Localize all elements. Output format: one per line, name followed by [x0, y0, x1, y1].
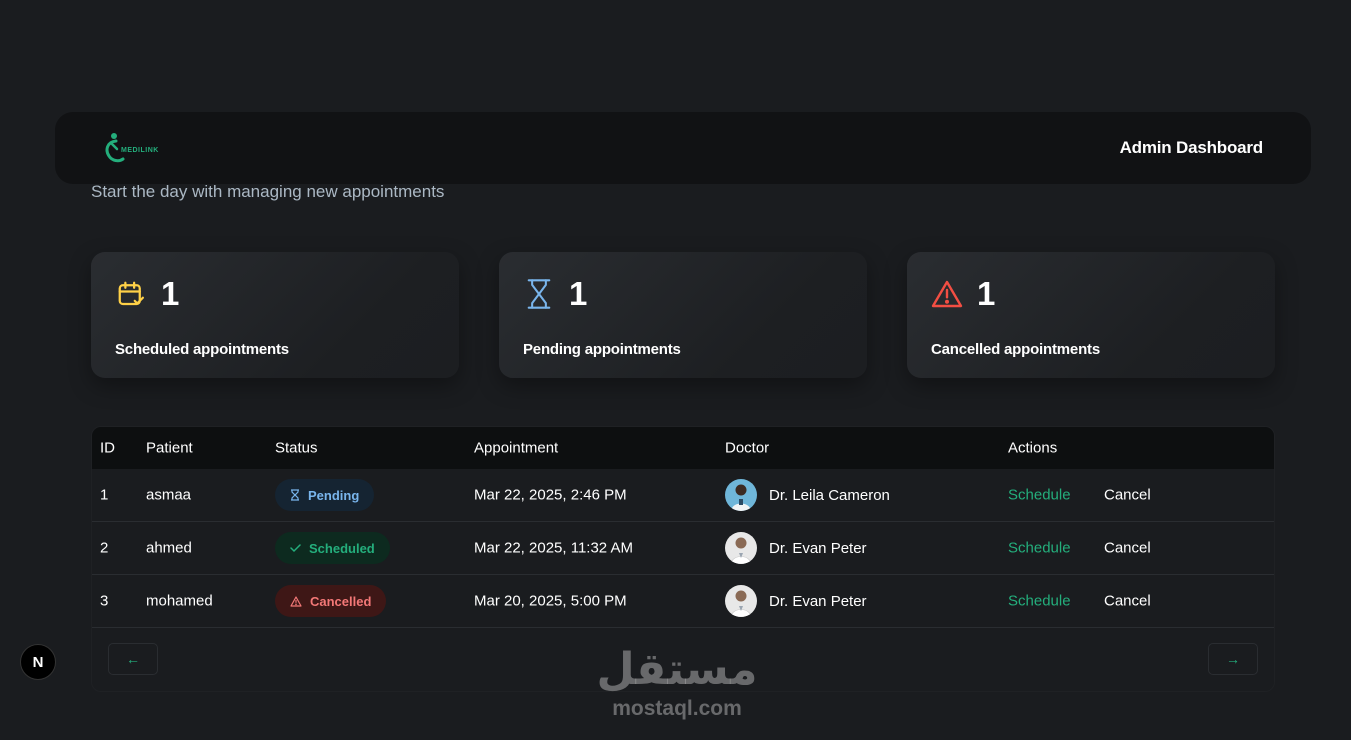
status-badge-label: Pending	[308, 487, 360, 503]
mostaql-watermark: مستقل mostaql.com	[592, 644, 762, 728]
scheduled-count: 1	[161, 275, 180, 312]
row-doctor: Dr. Leila Cameron	[725, 479, 890, 511]
schedule-button[interactable]: Schedule	[1008, 593, 1071, 610]
doctor-avatar	[725, 532, 757, 564]
doctor-name: Dr. Evan Peter	[769, 539, 867, 557]
doctor-name: Dr. Evan Peter	[769, 592, 867, 610]
row-appointment: Mar 20, 2025, 5:00 PM	[474, 592, 627, 610]
table-header: ID Patient Status Appointment Doctor Act…	[92, 427, 1274, 469]
hourglass-icon	[523, 278, 555, 310]
nextjs-logo-icon: N	[32, 653, 44, 671]
schedule-button[interactable]: Schedule	[1008, 487, 1071, 504]
cancelled-label: Cancelled appointments	[931, 341, 1100, 358]
cancelled-count: 1	[977, 275, 996, 312]
arrow-left-icon: ←	[126, 651, 140, 667]
scheduled-label: Scheduled appointments	[115, 341, 289, 358]
status-badge: Cancelled	[275, 585, 387, 617]
cancel-button[interactable]: Cancel	[1104, 540, 1151, 557]
admin-dashboard-page: MEDILINK Admin Dashboard Start the day w…	[0, 0, 1351, 740]
previous-page-button[interactable]: ←	[108, 643, 158, 675]
column-header-doctor: Doctor	[725, 439, 770, 457]
next-page-button[interactable]: →	[1208, 643, 1258, 675]
cancel-button[interactable]: Cancel	[1104, 487, 1151, 504]
status-badge-label: Cancelled	[310, 593, 372, 609]
page-title: Admin Dashboard	[1119, 138, 1264, 157]
watermark-arabic: مستقل	[596, 644, 758, 695]
doctor-avatar	[725, 479, 757, 511]
row-id: 1	[100, 486, 109, 504]
schedule-button[interactable]: Schedule	[1008, 540, 1071, 557]
warning-triangle-icon	[290, 595, 302, 607]
stat-card-cancelled: 1 Cancelled appointments	[907, 252, 1275, 378]
row-patient: asmaa	[146, 486, 192, 504]
doctor-name: Dr. Leila Cameron	[769, 486, 890, 504]
status-badge-label: Scheduled	[309, 540, 375, 556]
cancel-button[interactable]: Cancel	[1104, 593, 1151, 610]
stat-card-pending: 1 Pending appointments	[499, 252, 867, 378]
row-patient: ahmed	[146, 539, 192, 557]
nextjs-dev-indicator[interactable]: N	[20, 644, 56, 680]
column-header-patient: Patient	[146, 439, 193, 457]
hourglass-icon	[291, 489, 299, 501]
column-header-status: Status	[275, 439, 318, 457]
row-doctor: Dr. Evan Peter	[725, 585, 867, 617]
status-badge: Pending	[275, 479, 375, 511]
row-id: 3	[100, 592, 109, 610]
pending-label: Pending appointments	[523, 341, 681, 358]
medilink-logo[interactable]: MEDILINK	[103, 132, 159, 164]
status-badge: Scheduled	[275, 532, 390, 564]
row-patient: mohamed	[146, 592, 213, 610]
calendar-check-icon	[115, 278, 147, 310]
pending-count: 1	[569, 275, 588, 312]
top-header: MEDILINK Admin Dashboard	[55, 112, 1311, 184]
column-header-actions: Actions	[1008, 439, 1058, 457]
column-header-id: ID	[100, 439, 115, 457]
doctor-avatar	[725, 585, 757, 617]
warning-triangle-icon	[931, 278, 963, 310]
arrow-right-icon: →	[1226, 651, 1240, 667]
table-row: 1 asmaa Pending Mar 22, 2025, 2:46 PM Dr…	[92, 469, 1274, 522]
table-row: 3 mohamed Cancelled Mar 20, 2025, 5:00 P…	[92, 575, 1274, 628]
table-row: 2 ahmed Scheduled Mar 22, 2025, 11:32 AM	[92, 522, 1274, 575]
row-id: 2	[100, 539, 109, 557]
stat-card-scheduled: 1 Scheduled appointments	[91, 252, 459, 378]
row-appointment: Mar 22, 2025, 11:32 AM	[474, 539, 633, 557]
column-header-appointment: Appointment	[474, 439, 559, 457]
welcome-subtitle: Start the day with managing new appointm…	[91, 182, 445, 201]
row-appointment: Mar 22, 2025, 2:46 PM	[474, 486, 627, 504]
check-icon	[290, 544, 301, 553]
row-doctor: Dr. Evan Peter	[725, 532, 867, 564]
watermark-latin: mostaql.com	[612, 697, 742, 720]
logo-text: MEDILINK	[121, 146, 159, 154]
